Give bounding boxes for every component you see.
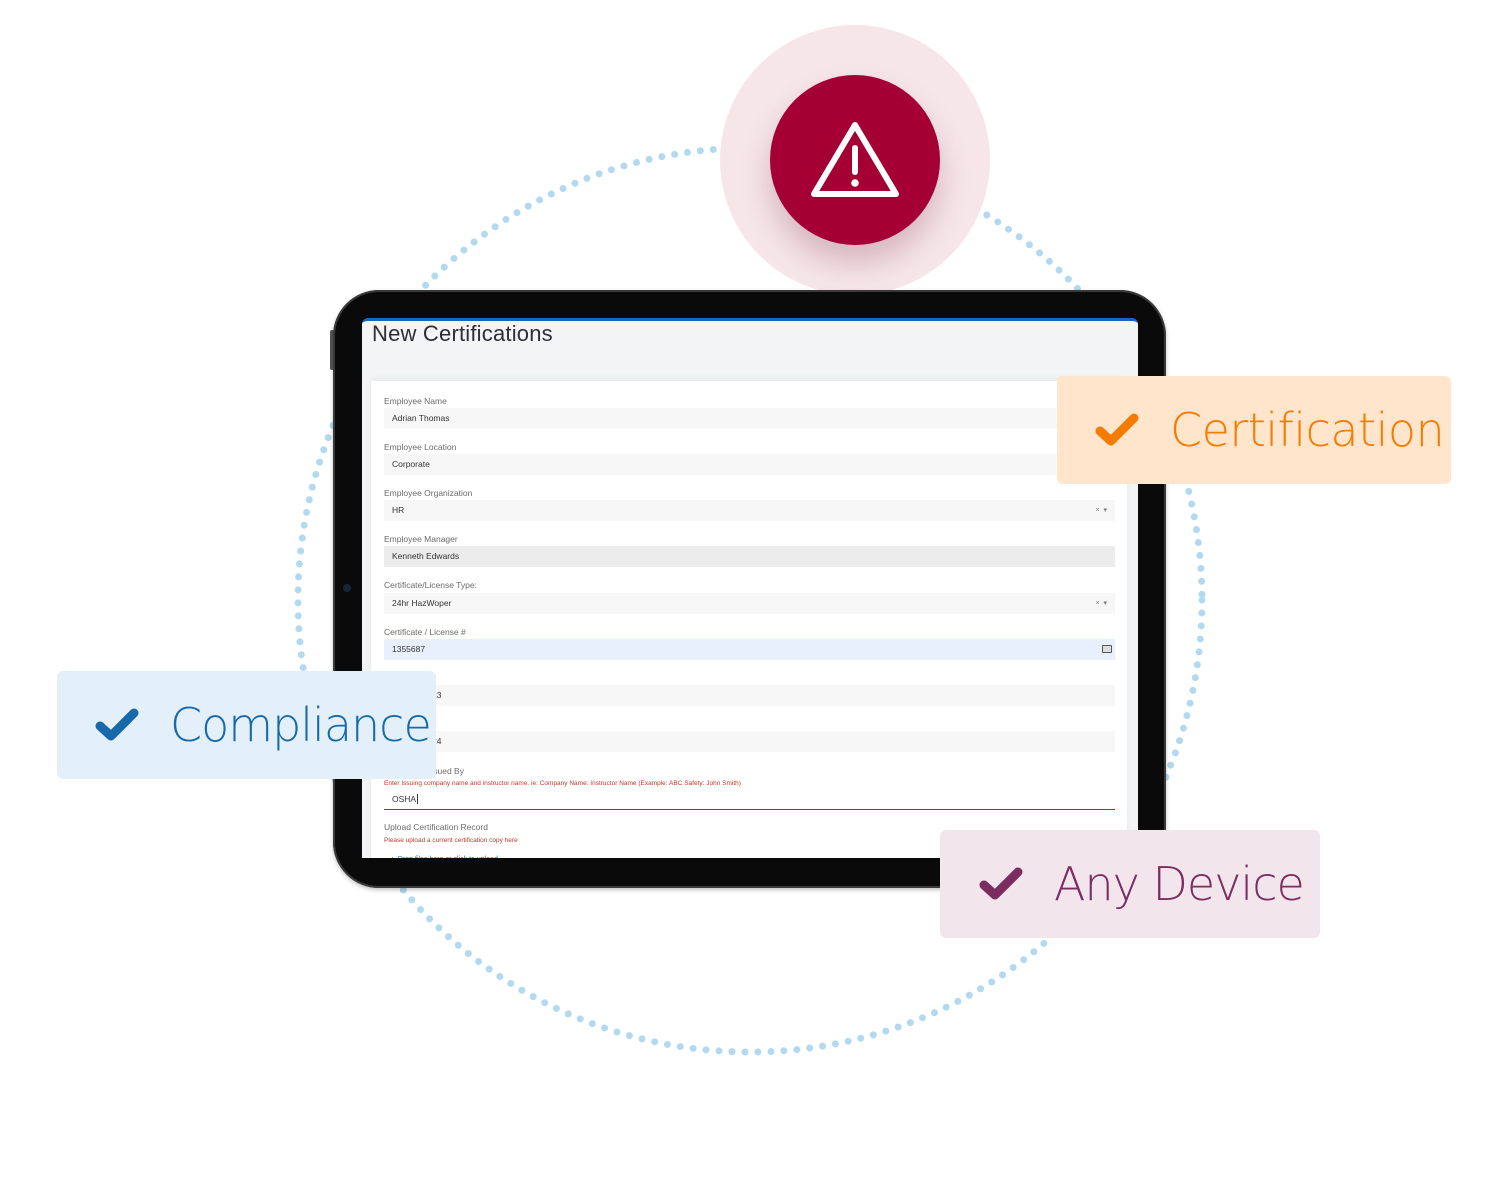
- employee-location-value: Corporate: [392, 459, 430, 469]
- employee-location-label: Employee Location: [384, 442, 457, 452]
- issue-date-input[interactable]: 23: [384, 685, 1115, 706]
- license-number-value: 1355687: [392, 644, 426, 654]
- chevron-down-icon[interactable]: ▾: [1103, 507, 1107, 514]
- any-device-badge: Any Device: [940, 830, 1320, 938]
- employee-organization-select[interactable]: HR × ▾: [384, 500, 1115, 521]
- any-device-label: Any Device: [1054, 857, 1305, 911]
- warning-badge: [770, 75, 940, 245]
- warning-triangle-icon: [811, 122, 899, 197]
- license-number-input[interactable]: 1355687: [384, 639, 1115, 660]
- certification-label: Certification: [1170, 403, 1445, 457]
- employee-manager-value: Kenneth Edwards: [392, 551, 460, 561]
- contact-card-icon[interactable]: [1102, 645, 1112, 653]
- issued-by-input[interactable]: OSHA: [384, 789, 1115, 810]
- checkmark-icon: [95, 708, 139, 741]
- license-type-value: 24hr HazWoper: [392, 598, 452, 608]
- employee-location-input[interactable]: Corporate: [384, 454, 1115, 475]
- chevron-down-icon[interactable]: ▾: [1103, 600, 1107, 607]
- compliance-label: Compliance: [170, 698, 432, 752]
- tablet-camera: [343, 584, 351, 592]
- clear-icon[interactable]: ×: [1096, 507, 1100, 514]
- issued-by-hint: Enter Issuing company name and instructo…: [384, 780, 741, 787]
- employee-name-input[interactable]: Adrian Thomas: [384, 408, 1115, 429]
- tablet-screen: New Certifications Employee Name Adrian …: [362, 318, 1138, 858]
- upload-dropzone[interactable]: ▲ Drop files here or click to upload: [389, 856, 498, 858]
- checkmark-icon: [1095, 413, 1139, 446]
- employee-manager-input: Kenneth Edwards: [384, 546, 1115, 567]
- upload-hint: Please upload a current certification co…: [384, 837, 518, 844]
- clear-icon[interactable]: ×: [1096, 600, 1100, 607]
- upload-dropzone-text: Drop files here or click to upload: [398, 856, 498, 858]
- upload-label: Upload Certification Record: [384, 822, 488, 832]
- employee-name-value: Adrian Thomas: [392, 413, 450, 423]
- compliance-badge: Compliance: [57, 671, 436, 779]
- employee-organization-value: HR: [392, 505, 405, 515]
- license-number-label: Certificate / License #: [384, 627, 466, 637]
- license-type-label: Certificate/License Type:: [384, 580, 477, 590]
- certification-badge: Certification: [1057, 376, 1451, 484]
- employee-manager-label: Employee Manager: [384, 534, 458, 544]
- employee-name-label: Employee Name: [384, 396, 447, 406]
- page-title: New Certifications: [372, 321, 553, 346]
- license-type-select[interactable]: 24hr HazWoper × ▾: [384, 593, 1115, 614]
- certification-form: Employee Name Adrian Thomas Employee Loc…: [371, 381, 1127, 858]
- expiration-date-input[interactable]: 24: [384, 731, 1115, 752]
- checkmark-icon: [979, 867, 1023, 900]
- text-cursor: [417, 794, 421, 804]
- issued-by-value: OSHA: [392, 794, 417, 804]
- employee-organization-label: Employee Organization: [384, 488, 473, 498]
- upload-icon: ▲: [389, 856, 398, 858]
